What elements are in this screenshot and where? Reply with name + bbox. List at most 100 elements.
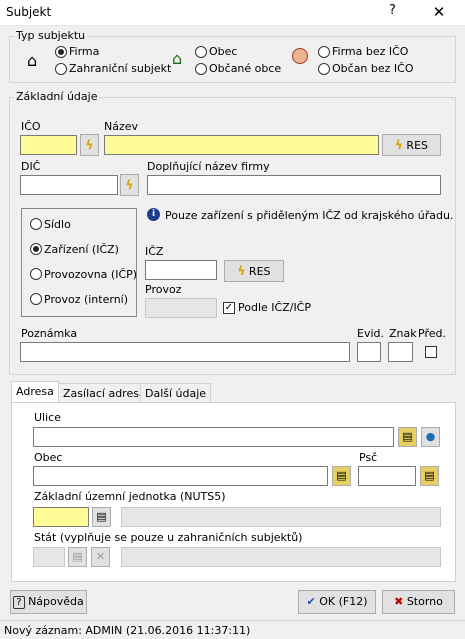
obec-input[interactable]	[33, 466, 328, 486]
zuj-label: Základní územní jednotka (NUTS5)	[34, 490, 226, 503]
stat-note-button: ▤	[68, 547, 87, 567]
nazev-label: Název	[104, 120, 139, 133]
tab-adresa[interactable]: Adresa	[11, 381, 59, 403]
radio-obec[interactable]	[195, 46, 207, 58]
zuj-input[interactable]	[33, 507, 89, 527]
comment-icon: ▤	[96, 510, 107, 523]
radio-firma-bez-ico-label: Firma bez IČO	[332, 45, 409, 58]
info-icon: i	[147, 208, 160, 221]
psc-note-button[interactable]: ▤	[420, 466, 439, 486]
zuj-name-field	[121, 507, 441, 527]
stat-name-field	[121, 547, 441, 567]
dic-lookup-button[interactable]: ϟ	[120, 174, 139, 196]
dic-input[interactable]	[20, 175, 118, 195]
znak-label: Znak	[389, 327, 417, 340]
check-icon: ✔	[306, 595, 316, 608]
doplnujici-input[interactable]	[147, 175, 441, 195]
res-label: RES	[406, 139, 428, 152]
znak-input[interactable]	[388, 342, 413, 362]
radio-provozovna-label: Provozovna (IČP)	[44, 268, 138, 281]
comment-icon: ▤	[336, 469, 347, 482]
tab-adresa-label: Adresa	[16, 385, 54, 398]
radio-provoz[interactable]	[30, 293, 42, 305]
psc-label: Psč	[359, 451, 378, 464]
evid-input[interactable]	[357, 342, 381, 362]
tab-dalsi-label: Další údaje	[145, 387, 207, 400]
pred-label: Před.	[418, 327, 446, 340]
ulice-label: Ulice	[34, 411, 61, 424]
help-icon[interactable]: ?	[389, 3, 396, 18]
obec-label: Obec	[34, 451, 63, 464]
napoveda-label: Nápověda	[28, 595, 84, 608]
status-text: Nový záznam: ADMIN (21.06.2016 11:37:11)	[4, 624, 251, 637]
storno-button[interactable]: ✖ Storno	[382, 590, 455, 614]
ulice-note-button[interactable]: ▤	[398, 427, 417, 447]
bolt-icon: ϟ	[237, 264, 246, 278]
tab-zasilaci-label: Zasílací adresa	[63, 387, 146, 400]
town-icon: ⌂	[172, 49, 183, 68]
status-bar: Nový záznam: ADMIN (21.06.2016 11:37:11)	[0, 620, 465, 639]
radio-obcan-bez-ico[interactable]	[318, 63, 330, 75]
radio-obcane[interactable]	[195, 63, 207, 75]
ico-input[interactable]	[20, 135, 77, 155]
ico-label: IČO	[21, 120, 41, 133]
radio-obec-label: Obec	[209, 45, 238, 58]
podle-icz-label: Podle IČZ/IČP	[238, 301, 311, 314]
comment-icon: ▤	[424, 469, 435, 482]
poznamka-input[interactable]	[20, 342, 350, 362]
radio-zahranicni-label: Zahraniční subjekt	[69, 62, 172, 75]
radio-firma[interactable]	[55, 46, 67, 58]
nazev-res-button[interactable]: ϟ RES	[382, 134, 441, 156]
storno-label: Storno	[406, 595, 443, 608]
radio-sidlo-label: Sídlo	[44, 218, 71, 231]
radio-zahranicni[interactable]	[55, 63, 67, 75]
globe-icon: ●	[425, 430, 436, 443]
ok-button[interactable]: ✔ OK (F12)	[298, 590, 376, 614]
radio-provozovna[interactable]	[30, 268, 42, 280]
window-title: Subjekt	[6, 5, 52, 19]
icz-label: IČZ	[145, 245, 164, 258]
icz-input[interactable]	[145, 260, 217, 280]
stat-code-field	[33, 547, 65, 567]
radio-zarizeni-label: Zařízení (IČZ)	[44, 243, 119, 256]
tab-dalsi-udaje[interactable]: Další údaje	[140, 383, 212, 403]
tab-zasilaci-adresa[interactable]: Zasílací adresa	[58, 383, 151, 403]
ok-label: OK (F12)	[319, 595, 368, 608]
cancel-icon: ✖	[394, 595, 404, 608]
ulice-input[interactable]	[33, 427, 394, 447]
res-label: RES	[248, 265, 271, 278]
napoveda-button[interactable]: ? Nápověda	[10, 590, 87, 614]
radio-sidlo[interactable]	[30, 218, 42, 230]
title-bar: Subjekt ? ✕	[0, 0, 465, 26]
radio-provoz-label: Provoz (interní)	[44, 293, 129, 306]
provoz-input	[145, 298, 217, 318]
close-icon[interactable]: ✕	[425, 3, 453, 23]
bolt-icon: ϟ	[395, 138, 403, 152]
radio-zarizeni[interactable]	[30, 243, 42, 255]
typ-subjektu-group	[9, 36, 456, 83]
radio-firma-label: Firma	[69, 45, 100, 58]
radio-firma-bez-ico[interactable]	[318, 46, 330, 58]
clear-icon: ✕	[95, 550, 106, 563]
stat-label: Stát (vyplňuje se pouze u zahraničních s…	[34, 531, 303, 544]
psc-input[interactable]	[358, 466, 416, 486]
ico-lookup-button[interactable]: ϟ	[80, 134, 99, 156]
comment-icon: ▤	[72, 550, 83, 563]
pred-checkbox[interactable]	[425, 346, 437, 358]
obec-note-button[interactable]: ▤	[332, 466, 351, 486]
dic-label: DIČ	[21, 160, 41, 173]
poznamka-label: Poznámka	[21, 327, 78, 340]
info-text: Pouze zařízení s přiděleným IČZ od krajs…	[165, 209, 454, 222]
provoz-label: Provoz	[145, 283, 182, 296]
map-globe-button[interactable]: ●	[421, 427, 440, 447]
doplnujici-label: Doplňující název firmy	[147, 160, 270, 173]
zuj-note-button[interactable]: ▤	[92, 507, 111, 527]
comment-icon: ▤	[402, 430, 413, 443]
help-icon: ?	[13, 596, 25, 609]
house-icon: ⌂	[27, 51, 38, 70]
nazev-input[interactable]	[104, 135, 379, 155]
icz-res-button[interactable]: ϟ RES	[224, 260, 284, 282]
radio-obcan-bez-ico-label: Občan bez IČO	[332, 62, 414, 75]
podle-icz-checkbox[interactable]: ✓	[223, 302, 235, 314]
zakladni-udaje-label: Základní údaje	[14, 90, 100, 103]
